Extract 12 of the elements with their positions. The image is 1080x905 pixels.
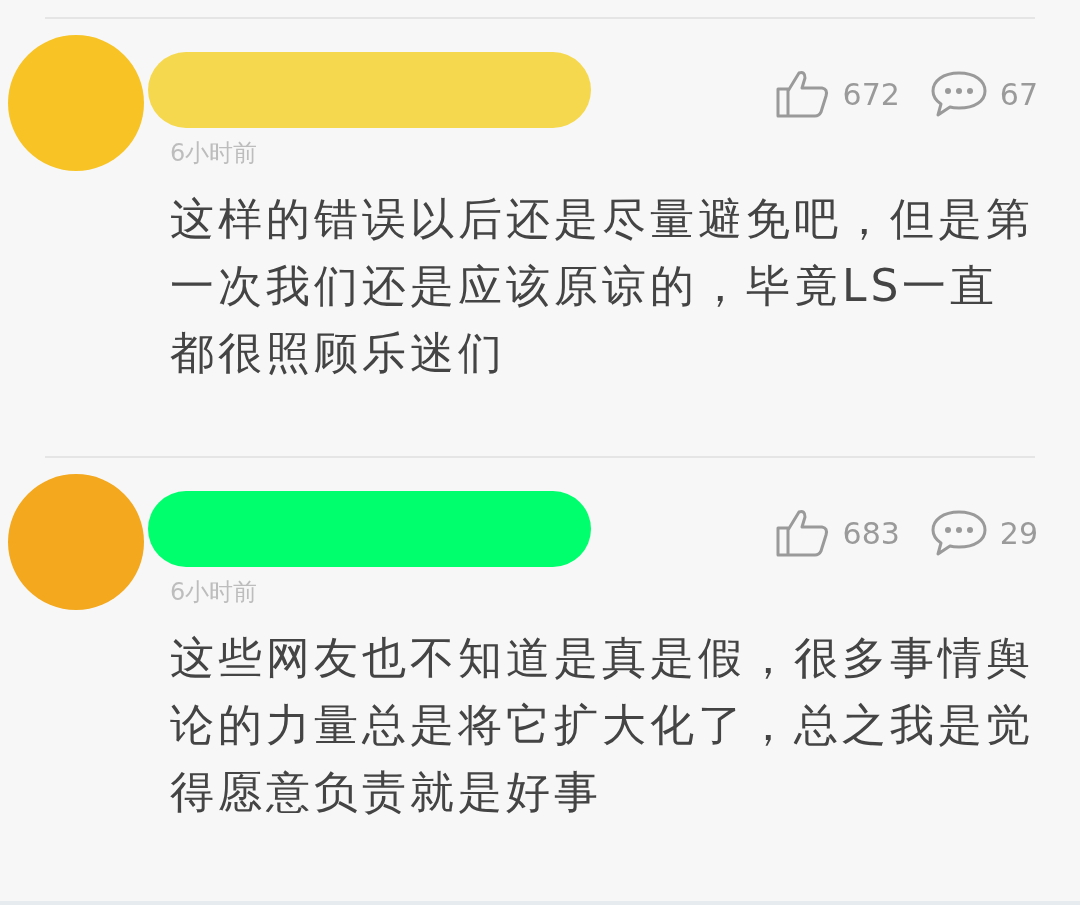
thumbs-up-icon[interactable] bbox=[774, 69, 831, 119]
thumbs-up-icon[interactable] bbox=[774, 508, 831, 558]
post-time: 6小时前 bbox=[170, 577, 259, 608]
like-count: 672 bbox=[842, 76, 900, 112]
post-time: 6小时前 bbox=[170, 138, 259, 169]
like-count: 683 bbox=[842, 515, 900, 551]
comment-text: 这样的错误以后还是尽量避免吧，但是第一次我们还是应该原谅的，毕竟LS一直都很照顾乐迷们 bbox=[170, 192, 1035, 380]
reply-count: 29 bbox=[999, 515, 1038, 551]
comment-bubble-icon[interactable] bbox=[929, 69, 988, 119]
reply-count: 67 bbox=[999, 76, 1038, 112]
comment-text: 这些网友也不知道是真是假，很多事情舆论的力量总是将它扩大化了，总之我是觉得愿意负责就是好事 bbox=[170, 631, 1035, 819]
comment-bubble-icon[interactable] bbox=[929, 508, 988, 558]
